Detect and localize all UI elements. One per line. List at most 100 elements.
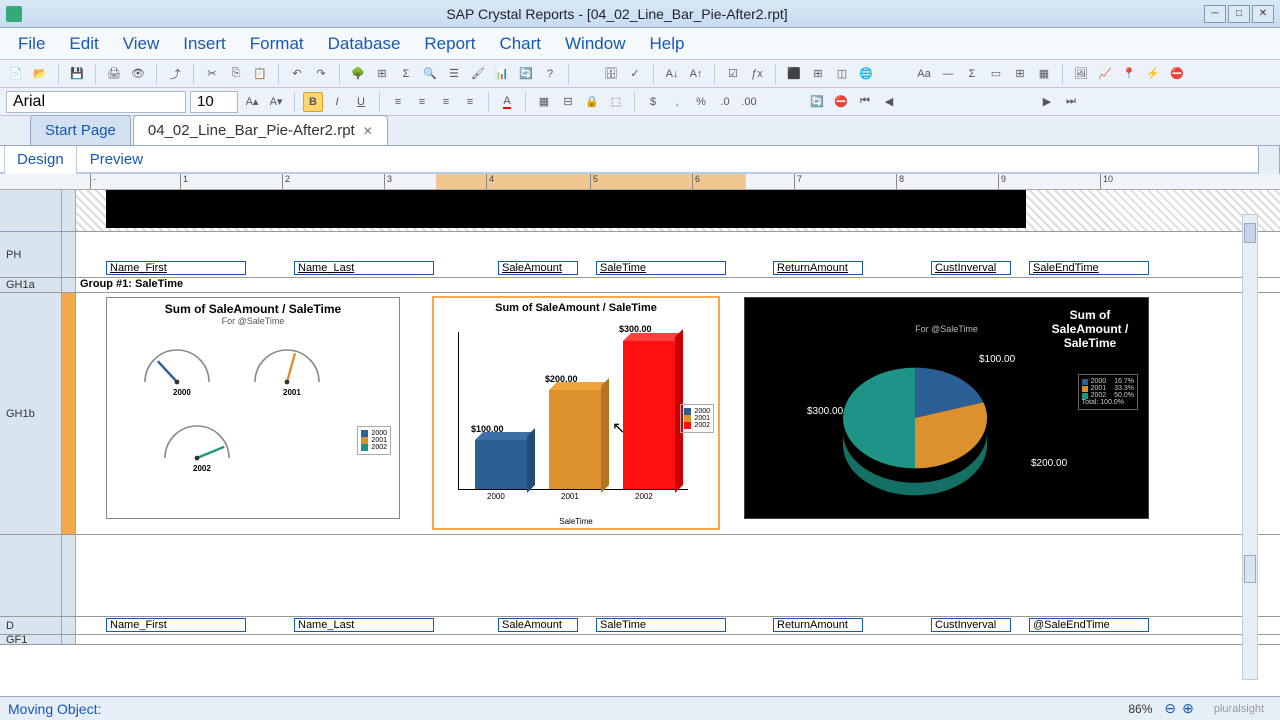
no-entry-button[interactable]: ⛔ <box>1167 64 1187 84</box>
insert-flash-button[interactable]: ⚡ <box>1143 64 1163 84</box>
toggle-group-tree-button[interactable]: 🌳 <box>348 64 368 84</box>
bold-button[interactable]: B <box>303 92 323 112</box>
first-page-button[interactable]: ⏮ <box>855 92 875 112</box>
d-field[interactable]: Name_Last <box>294 618 434 632</box>
d-field[interactable]: SaleTime <box>596 618 726 632</box>
pie-chart-object[interactable]: Sum of SaleAmount / SaleTime For @SaleTi… <box>744 297 1149 519</box>
dec-decimal-button[interactable]: .00 <box>739 92 759 112</box>
menu-view[interactable]: View <box>113 30 170 58</box>
inc-decimal-button[interactable]: .0 <box>715 92 735 112</box>
new-button[interactable]: 📄 <box>6 64 26 84</box>
section-label-rh[interactable] <box>0 190 62 231</box>
zoom-in-icon[interactable]: ⊕ <box>1182 700 1194 717</box>
copy-button[interactable]: ⎘ <box>226 64 246 84</box>
insert-summary-button[interactable]: Σ <box>396 64 416 84</box>
d-field[interactable]: SaleAmount <box>498 618 578 632</box>
insert-box-button[interactable]: ▭ <box>986 64 1006 84</box>
section-expert-button[interactable]: ☰ <box>444 64 464 84</box>
menu-report[interactable]: Report <box>414 30 485 58</box>
font-name-combo[interactable]: Arial <box>6 91 186 113</box>
tab-design[interactable]: Design <box>4 145 77 175</box>
insert-subreport-button[interactable]: ▦ <box>1034 64 1054 84</box>
align-justify-button[interactable]: ≡ <box>460 92 480 112</box>
menu-format[interactable]: Format <box>240 30 314 58</box>
group-header-field[interactable]: Group #1: SaleTime <box>80 278 183 290</box>
next-page-button[interactable]: ▶ <box>1037 92 1057 112</box>
insert-sum-button[interactable]: Σ <box>962 64 982 84</box>
font-size-combo[interactable]: 10 <box>190 91 238 113</box>
save-button[interactable]: 💾 <box>67 64 87 84</box>
ph-field[interactable]: CustInverval <box>931 261 1011 275</box>
section-label-d[interactable]: D <box>0 617 62 634</box>
report-header-object[interactable] <box>106 190 1026 228</box>
maximize-button[interactable]: □ <box>1228 5 1250 23</box>
align-right-button[interactable]: ≡ <box>436 92 456 112</box>
olap-button[interactable]: ◫ <box>832 64 852 84</box>
refresh-button[interactable]: 🔄 <box>516 64 536 84</box>
d-field[interactable]: @SaleEndTime <box>1029 618 1149 632</box>
bar-chart-object[interactable]: Sum of SaleAmount / SaleTime $10 <box>432 296 720 530</box>
paste-button[interactable]: 📋 <box>250 64 270 84</box>
align-center-button[interactable]: ≡ <box>412 92 432 112</box>
menu-insert[interactable]: Insert <box>173 30 236 58</box>
tab-start-page[interactable]: Start Page <box>30 115 131 145</box>
menu-edit[interactable]: Edit <box>59 30 108 58</box>
percent-button[interactable]: % <box>691 92 711 112</box>
border-button[interactable]: ▦ <box>534 92 554 112</box>
insert-text-button[interactable]: Aa <box>914 64 934 84</box>
cut-button[interactable]: ✂ <box>202 64 222 84</box>
ph-field[interactable]: SaleEndTime <box>1029 261 1149 275</box>
formula-button[interactable]: ƒx <box>747 64 767 84</box>
zoom-out-icon[interactable]: ⊖ <box>1164 700 1176 717</box>
help-button[interactable]: ? <box>540 64 560 84</box>
section-label-gf1[interactable]: GF1 <box>0 635 62 644</box>
italic-button[interactable]: I <box>327 92 347 112</box>
scrollbar-grip[interactable] <box>1244 555 1256 583</box>
redo-button[interactable]: ↷ <box>311 64 331 84</box>
insert-map-button[interactable]: 📍 <box>1119 64 1139 84</box>
d-field[interactable]: ReturnAmount <box>773 618 863 632</box>
zoom-level[interactable]: 86% <box>1128 702 1152 716</box>
tab-report-file[interactable]: 04_02_Line_Bar_Pie-After2.rpt ✕ <box>133 115 388 145</box>
last-page-button[interactable]: ⏭ <box>1061 92 1081 112</box>
insert-chart-icon-button[interactable]: 📈 <box>1095 64 1115 84</box>
align-left-button[interactable]: ≡ <box>388 92 408 112</box>
gauge-chart-object[interactable]: Sum of SaleAmount / SaleTime For @SaleTi… <box>106 297 400 519</box>
insert-picture-button[interactable]: 🖼 <box>1071 64 1091 84</box>
increase-font-button[interactable]: A▴ <box>242 92 262 112</box>
format-painter-button[interactable]: 🖌 <box>468 64 488 84</box>
sort-desc-button[interactable]: A↑ <box>686 64 706 84</box>
minimize-button[interactable]: ─ <box>1204 5 1226 23</box>
refresh-data-button[interactable]: 🔄 <box>807 92 827 112</box>
insert-crosstab-button[interactable]: ⊞ <box>1010 64 1030 84</box>
undo-button[interactable]: ↶ <box>287 64 307 84</box>
lock-size-button[interactable]: ⬚ <box>606 92 626 112</box>
print-button[interactable]: 🖨 <box>104 64 124 84</box>
prev-page-button[interactable]: ◀ <box>879 92 899 112</box>
stop-button[interactable]: ⛔ <box>831 92 851 112</box>
insert-line-button[interactable]: — <box>938 64 958 84</box>
section-label-ph[interactable]: PH <box>0 232 62 277</box>
d-field[interactable]: Name_First <box>106 618 246 632</box>
export-button[interactable]: ⤴ <box>165 64 185 84</box>
font-color-button[interactable]: A <box>497 92 517 112</box>
ph-field[interactable]: Name_First <box>106 261 246 275</box>
section-label-gh1a[interactable]: GH1a <box>0 278 62 292</box>
scrollbar-thumb[interactable] <box>1244 223 1256 243</box>
ph-field[interactable]: Name_Last <box>294 261 434 275</box>
print-preview-button[interactable]: 👁 <box>128 64 148 84</box>
menu-help[interactable]: Help <box>639 30 694 58</box>
d-field[interactable]: CustInverval <box>931 618 1011 632</box>
ph-field[interactable]: SaleTime <box>596 261 726 275</box>
map-button[interactable]: 🌐 <box>856 64 876 84</box>
tab-preview[interactable]: Preview <box>77 145 156 174</box>
menu-chart[interactable]: Chart <box>489 30 551 58</box>
verify-db-button[interactable]: ✓ <box>625 64 645 84</box>
insert-group-button[interactable]: ⊞ <box>372 64 392 84</box>
vertical-scrollbar[interactable] <box>1242 214 1258 680</box>
section-label-gh1b[interactable]: GH1b <box>0 293 62 534</box>
selection-expert-button[interactable]: 🔍 <box>420 64 440 84</box>
menu-file[interactable]: File <box>8 30 55 58</box>
thousands-button[interactable]: , <box>667 92 687 112</box>
underline-button[interactable]: U <box>351 92 371 112</box>
